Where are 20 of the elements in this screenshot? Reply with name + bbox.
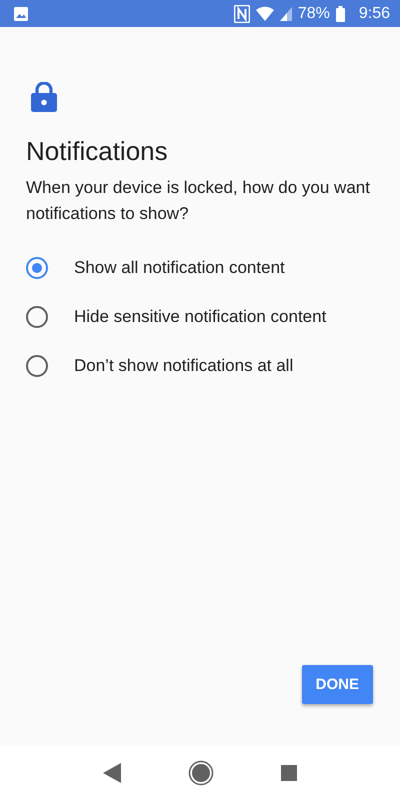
page-title: Notifications xyxy=(26,136,169,167)
nfc-icon xyxy=(234,4,250,22)
radio-button[interactable] xyxy=(26,256,48,278)
battery-percentage: 78% xyxy=(298,4,330,22)
image-icon xyxy=(14,6,28,20)
clock-time: 9:56 xyxy=(358,4,390,22)
option-label[interactable]: Don’t show notifications at all xyxy=(74,356,294,376)
home-icon[interactable] xyxy=(188,760,214,786)
option-label[interactable]: Hide sensitive notification content xyxy=(74,306,326,326)
battery-icon xyxy=(336,6,345,22)
wifi-icon xyxy=(256,6,274,21)
recents-icon[interactable] xyxy=(280,765,297,781)
done-button[interactable]: DONE xyxy=(302,665,373,704)
radio-button[interactable] xyxy=(26,306,48,328)
lock-icon xyxy=(31,82,57,112)
back-icon[interactable] xyxy=(103,763,122,783)
signal-icon xyxy=(280,6,292,20)
radio-button[interactable] xyxy=(26,354,48,376)
option-label[interactable]: Show all notification content xyxy=(74,258,285,278)
question-text: When your device is locked, how do you want notifications to show? xyxy=(26,177,371,225)
